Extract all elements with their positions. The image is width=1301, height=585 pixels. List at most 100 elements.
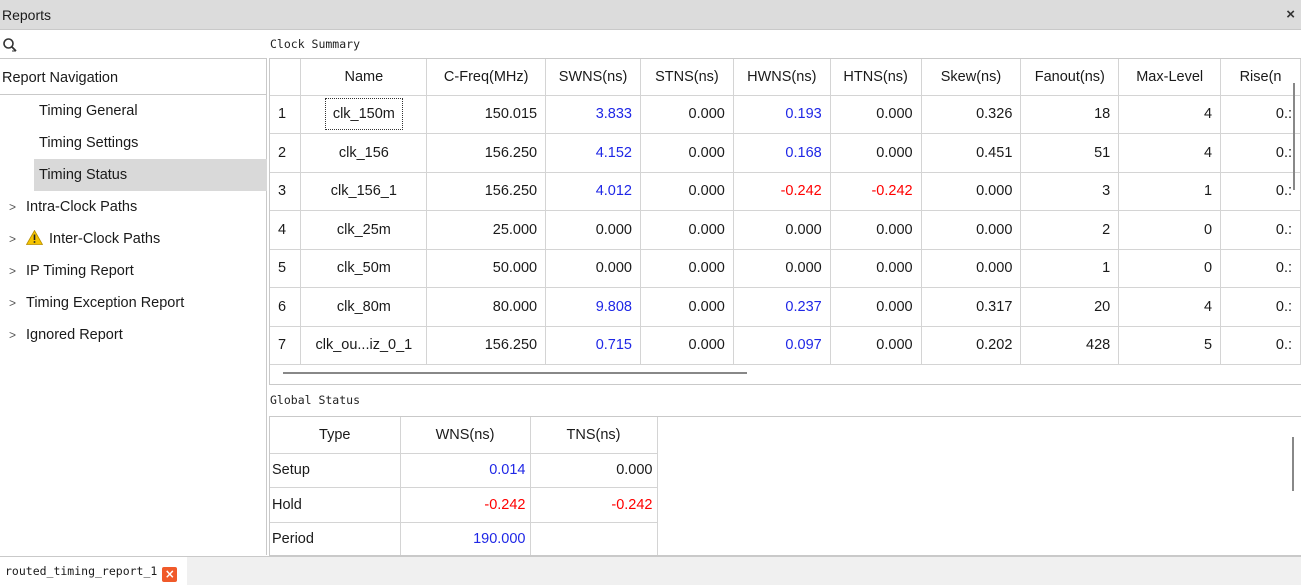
table-row[interactable]: 4 clk_25m 25.000 0.000 0.000 0.000 0.000 0.000 2… [270, 210, 1301, 250]
table-row[interactable]: 3 clk_156_1 156.250 4.012 0.000 -0.242 -0.242 0… [270, 172, 1301, 211]
column-header[interactable]: WNS(ns) [400, 417, 531, 454]
table-cell: 80.000 [426, 287, 547, 327]
table-row[interactable]: 2 clk_156 156.250 4.152 0.000 0.168 0.000 0.451… [270, 133, 1301, 173]
table-cell: 0 [1118, 210, 1222, 250]
table-cell: 0.000 [545, 210, 641, 250]
clock-summary-label: Clock Summary [270, 37, 361, 51]
column-header[interactable]: HWNS(ns) [733, 59, 831, 96]
nav-item-timing-general[interactable]: Timing General [0, 95, 267, 127]
clock-name-label: clk_25m [336, 221, 391, 238]
table-cell: 5 [1118, 326, 1222, 365]
table-cell: 0.000 [640, 287, 734, 327]
nav-heading-label: Report Navigation [2, 70, 119, 86]
table-row[interactable]: Period 190.000 [270, 522, 658, 555]
column-header[interactable]: Name [300, 59, 428, 96]
status-type-cell: Setup [270, 453, 401, 488]
chevron-right-icon[interactable]: > [9, 223, 16, 255]
column-header[interactable]: Max-Level [1118, 59, 1222, 96]
table-cell: 156.250 [426, 133, 547, 173]
nav-item-label: Timing Settings [39, 135, 139, 151]
table-cell: 0.: [1220, 95, 1301, 134]
warning-icon [26, 230, 43, 245]
table-cell: 0.: [1220, 133, 1301, 173]
column-header[interactable]: HTNS(ns) [830, 59, 922, 96]
row-index: 7 [270, 326, 302, 365]
close-icon[interactable]: × [1286, 6, 1295, 23]
chevron-right-icon[interactable]: > [9, 191, 16, 223]
vertical-scrollbar[interactable] [1293, 83, 1295, 190]
table-row[interactable]: 6 clk_80m 80.000 9.808 0.000 0.237 0.000 0.317 2… [270, 287, 1301, 327]
close-tab-icon[interactable]: × [162, 567, 178, 582]
table-row[interactable]: Hold -0.242 -0.242 [270, 487, 658, 523]
table-cell: 428 [1020, 326, 1120, 365]
status-type-cell: Hold [270, 487, 401, 523]
row-index: 1 [270, 95, 302, 134]
table-cell: 20 [1020, 287, 1120, 327]
table-cell: 0.: [1220, 287, 1301, 327]
table-cell: 0.000 [640, 249, 734, 288]
table-cell: 0.000 [830, 326, 922, 365]
table-row[interactable]: 1 clk_150m 150.015 3.833 0.000 0.193 0.000 0.32… [270, 95, 1301, 134]
column-header[interactable]: C-Freq(MHz) [426, 59, 547, 96]
nav-group-label: IP Timing Report [26, 263, 134, 279]
column-header[interactable]: Type [270, 417, 401, 454]
nav-group-ip-timing-report[interactable]: > IP Timing Report [0, 255, 267, 287]
column-header[interactable]: SWNS(ns) [545, 59, 641, 96]
table-cell: 0.000 [830, 287, 922, 327]
column-header[interactable]: STNS(ns) [640, 59, 734, 96]
clock-name-cell: clk_156_1 [300, 172, 428, 211]
table-cell: 4.012 [545, 172, 641, 211]
column-header[interactable]: Fanout(ns) [1020, 59, 1120, 96]
column-header[interactable]: TNS(ns) [530, 417, 658, 454]
row-index: 3 [270, 172, 302, 211]
search-input[interactable] [24, 33, 260, 55]
table-cell: 0.715 [545, 326, 641, 365]
window-title: Reports [2, 7, 52, 23]
table-cell: 0.000 [830, 95, 922, 134]
nav-group-ignored-report[interactable]: > Ignored Report [0, 319, 267, 351]
chevron-right-icon[interactable]: > [9, 255, 16, 287]
report-tab[interactable]: routed_timing_report_1 × [0, 557, 188, 585]
clock-name-cell: clk_156 [300, 133, 428, 173]
table-cell: 3 [1020, 172, 1120, 211]
table-cell: 0.000 [921, 210, 1022, 250]
clock-name-label: clk_ou...iz_0_1 [315, 337, 413, 354]
table-header-row: Name C-Freq(MHz) SWNS(ns) STNS(ns) HWNS(ns) H… [270, 59, 1301, 96]
table-row[interactable]: Setup 0.014 0.000 [270, 453, 658, 488]
column-header[interactable]: Skew(ns) [921, 59, 1022, 96]
vertical-scrollbar[interactable] [1292, 437, 1294, 491]
table-cell: -0.242 [530, 487, 658, 523]
table-cell: -0.242 [400, 487, 531, 523]
chevron-right-icon[interactable]: > [9, 287, 16, 319]
bottom-tab-bar: routed_timing_report_1 × [0, 556, 1301, 585]
column-header[interactable] [270, 59, 302, 96]
table-row[interactable]: 7 clk_ou...iz_0_1 156.250 0.715 0.000 0.097 0.… [270, 326, 1301, 365]
table-cell: 4.152 [545, 133, 641, 173]
table-cell: 0.000 [640, 95, 734, 134]
table-cell: 0.000 [733, 210, 831, 250]
nav-item-label: Timing Status [39, 167, 128, 183]
nav-item-timing-settings[interactable]: Timing Settings [0, 127, 267, 159]
table-cell: 156.250 [426, 172, 547, 211]
table-cell: -0.242 [733, 172, 831, 211]
nav-tree: Timing General Timing Settings Timing St… [0, 95, 267, 351]
horizontal-scrollbar[interactable] [283, 372, 747, 374]
table-cell: 156.250 [426, 326, 547, 365]
table-cell: 0.451 [921, 133, 1022, 173]
search-box[interactable] [0, 31, 267, 59]
nav-group-inter-clock-paths[interactable]: > Inter-Clock Paths [0, 223, 267, 255]
nav-group-timing-exception-report[interactable]: > Timing Exception Report [0, 287, 267, 319]
table-row[interactable]: 5 clk_50m 50.000 0.000 0.000 0.000 0.000 0.000 1… [270, 249, 1301, 288]
row-index: 5 [270, 249, 302, 288]
nav-group-intra-clock-paths[interactable]: > Intra-Clock Paths [0, 191, 267, 223]
report-tab-label: routed_timing_report_1 [5, 564, 158, 578]
table-cell: 0.000 [921, 172, 1022, 211]
nav-item-timing-status[interactable]: Timing Status [34, 159, 267, 191]
table-cell: 25.000 [426, 210, 547, 250]
table-cell: 0.168 [733, 133, 831, 173]
table-cell: 0.202 [921, 326, 1022, 365]
table-cell: 0.317 [921, 287, 1022, 327]
chevron-right-icon[interactable]: > [9, 319, 16, 351]
table-cell: 150.015 [426, 95, 547, 134]
column-header[interactable]: Rise(n [1220, 59, 1301, 96]
